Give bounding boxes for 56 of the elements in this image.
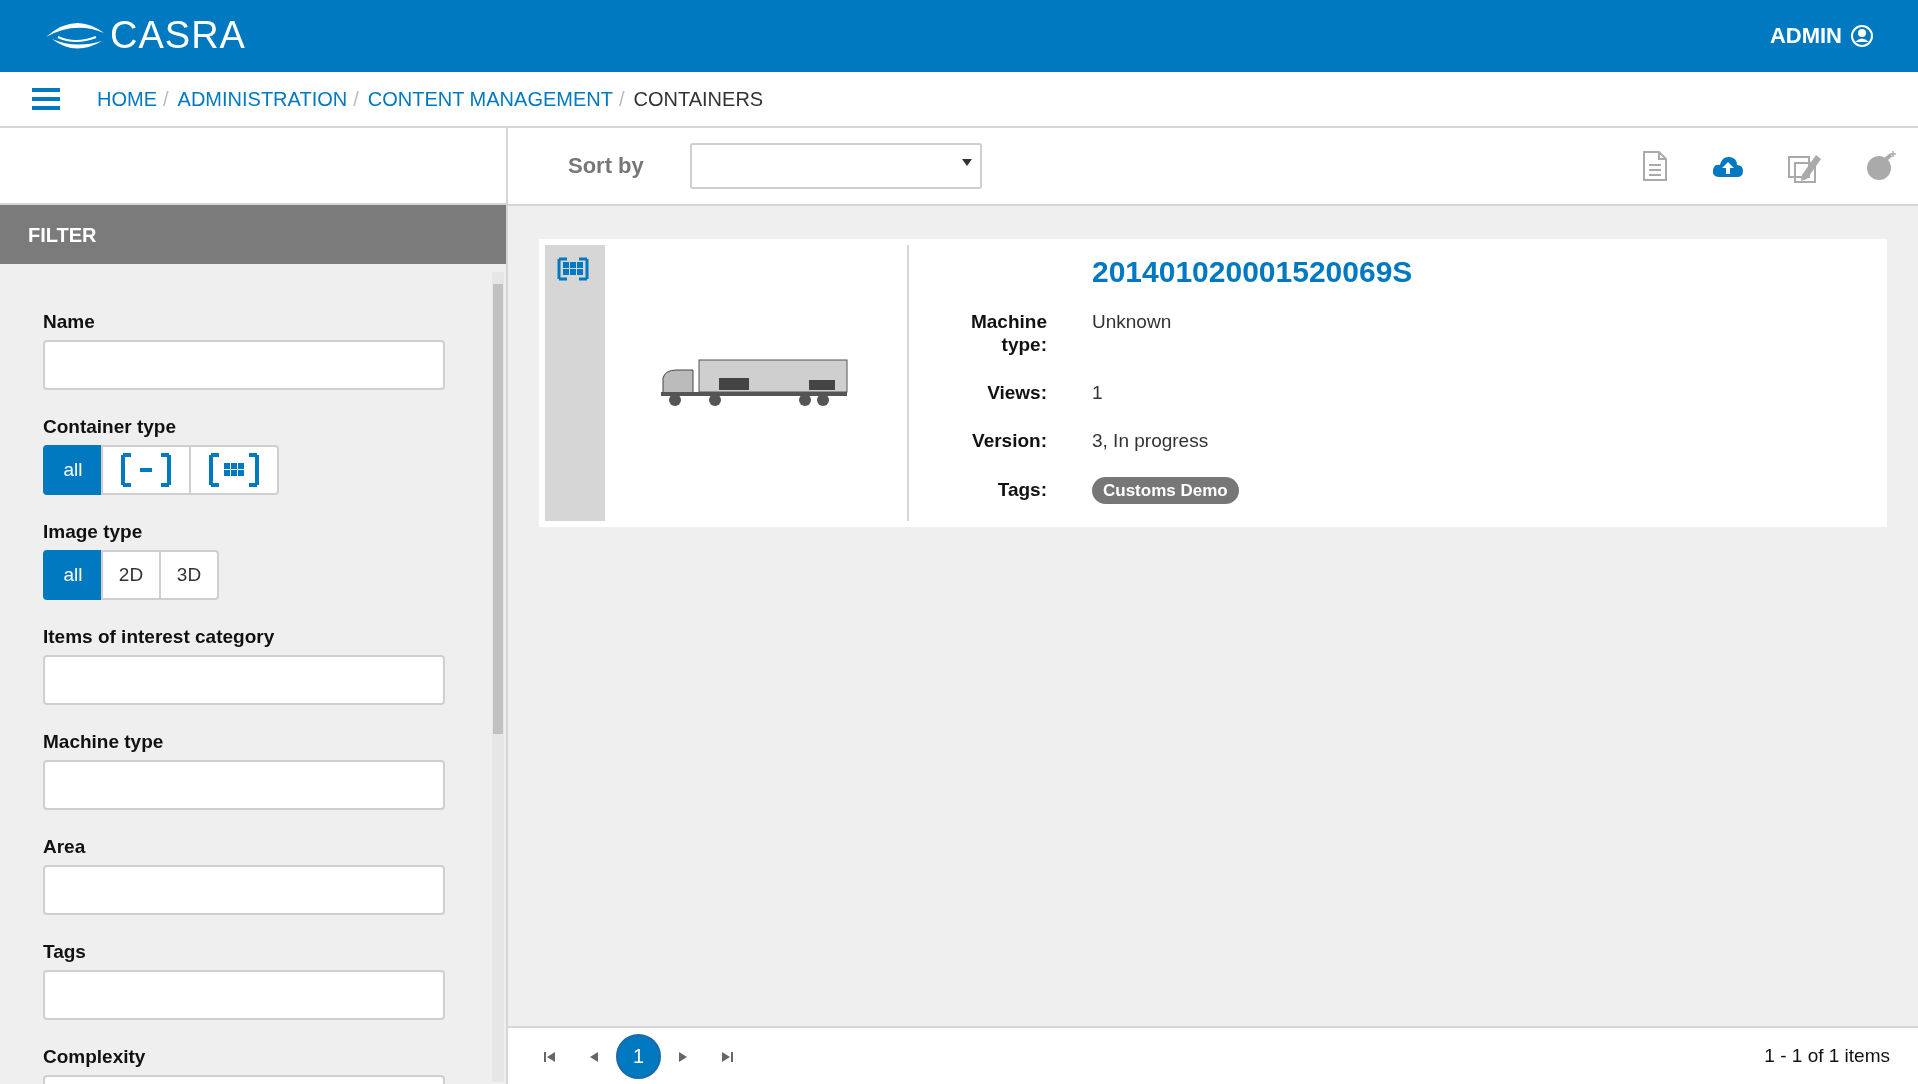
- detail-label: Version:: [971, 428, 1047, 453]
- tag-pill: Customs Demo: [1092, 476, 1239, 504]
- page-number[interactable]: 1: [616, 1033, 661, 1079]
- last-page-icon: [721, 1050, 733, 1063]
- breadcrumb-current: CONTAINERS: [633, 86, 764, 112]
- field-label: Items of interest category: [43, 625, 276, 649]
- menu-icon[interactable]: [32, 87, 60, 110]
- single-container-icon: [121, 453, 171, 487]
- breadcrumb-link[interactable]: CONTENT MANAGEMENT: [367, 83, 613, 114]
- pagination-summary: 1 - 1 of 1 items: [1764, 1043, 1890, 1068]
- detail-label: Views:: [986, 381, 1047, 405]
- container-id[interactable]: 201401020001520069S: [909, 248, 1413, 294]
- breadcrumb-separator: /: [353, 86, 359, 112]
- breadcrumb-separator: /: [163, 86, 169, 112]
- filter-title: FILTER: [28, 222, 97, 248]
- input-field[interactable]: [43, 340, 445, 390]
- user-name[interactable]: ADMIN: [1769, 19, 1842, 53]
- breadcrumb-link[interactable]: ADMINISTRATION: [177, 83, 348, 114]
- first-page-icon: [544, 1050, 556, 1063]
- logo-text: CASRA: [110, 13, 246, 59]
- container-type-option[interactable]: [189, 445, 279, 495]
- previous-page-icon: [588, 1050, 600, 1063]
- multi-container-icon: [557, 257, 589, 282]
- multi-container-icon: [209, 453, 259, 487]
- toggle-option[interactable]: all: [43, 445, 103, 495]
- scroll-bar[interactable]: [492, 272, 504, 1082]
- document-icon: [1642, 150, 1668, 181]
- sort-label: Sort by: [568, 152, 644, 181]
- field-label: Name: [43, 310, 96, 334]
- detail-label: Tags:: [996, 478, 1047, 503]
- breadcrumb-separator: /: [618, 86, 625, 112]
- field-label: Area: [43, 835, 87, 859]
- toggle-option[interactable]: 2D: [101, 550, 161, 600]
- sort-dropdown[interactable]: [689, 142, 982, 189]
- field-label: Tags: [43, 940, 87, 964]
- detail-value: Unknown: [1091, 309, 1172, 334]
- input-field[interactable]: [43, 970, 445, 1020]
- next-page-icon: [677, 1050, 689, 1063]
- field-label: Machine type: [43, 730, 165, 754]
- input-field[interactable]: [43, 865, 445, 915]
- input-field[interactable]: [43, 655, 445, 705]
- caret-icon: [961, 156, 972, 167]
- detail-value: 3, In progress: [1091, 428, 1209, 453]
- toggle-option[interactable]: 3D: [159, 550, 219, 600]
- container-card[interactable]: 201401020001520069S Machine type: Unknown Views: 1 Version: 3, In progress Tags: Customs Demo: [539, 238, 1887, 527]
- bomb-icon: [1866, 149, 1898, 182]
- container-type-option[interactable]: [101, 445, 191, 495]
- field-label: Image type: [43, 520, 144, 544]
- detail-label: Machine type:: [969, 309, 1047, 358]
- detail-value: 1: [1091, 381, 1103, 405]
- field-label: Container type: [43, 415, 178, 439]
- toggle-option[interactable]: all: [43, 550, 103, 600]
- breadcrumb-link[interactable]: HOME: [97, 83, 157, 114]
- field-label: Complexity: [43, 1045, 147, 1069]
- user-avatar-icon: [1850, 23, 1874, 48]
- input-field[interactable]: [43, 760, 445, 810]
